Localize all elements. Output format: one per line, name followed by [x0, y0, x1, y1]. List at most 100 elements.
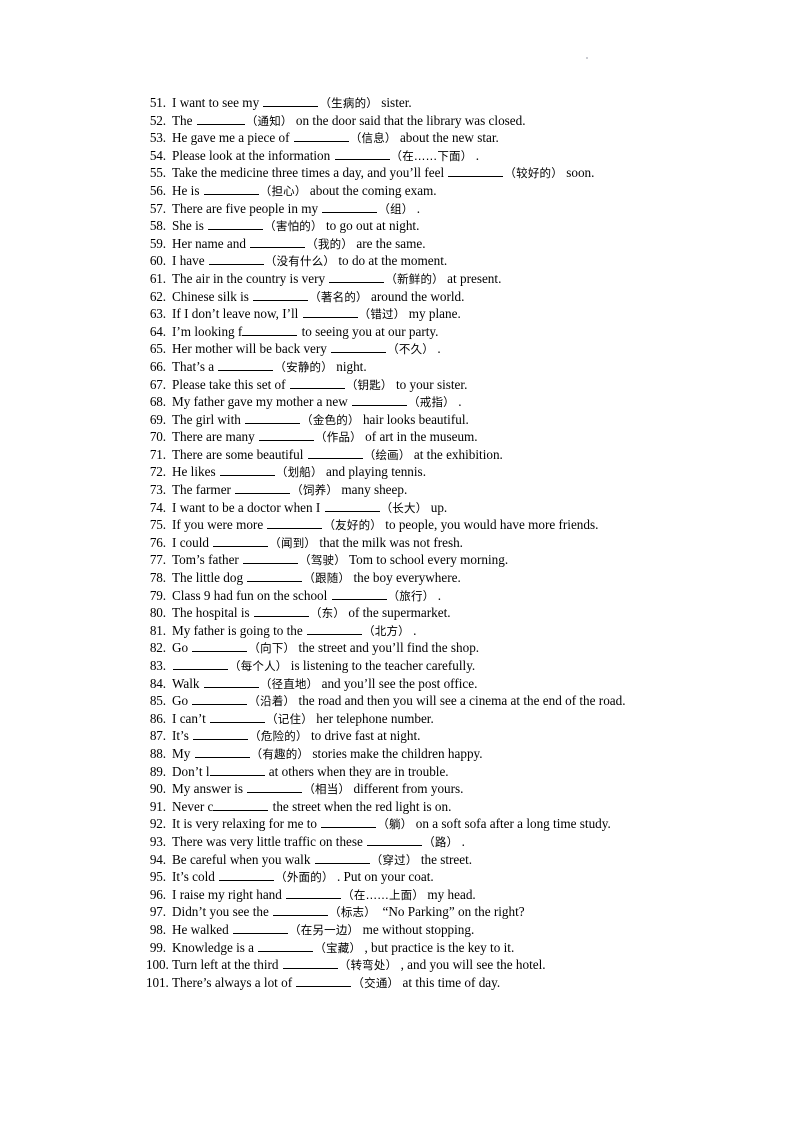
- answer-blank[interactable]: [329, 271, 385, 283]
- answer-blank[interactable]: [307, 623, 363, 635]
- sentence-text: Please take this set of: [172, 376, 289, 392]
- answer-blank[interactable]: [219, 869, 275, 882]
- answer-blank[interactable]: [367, 834, 423, 846]
- answer-blank[interactable]: [208, 253, 264, 266]
- answer-blank[interactable]: [193, 728, 249, 741]
- exercise-sentence: Please take this set of （钥匙） to your sis…: [172, 376, 467, 395]
- answer-blank[interactable]: [235, 482, 291, 495]
- chinese-hint: （我的）: [306, 236, 354, 251]
- chinese-hint: （著名的）: [309, 289, 368, 304]
- answer-blank[interactable]: [286, 887, 342, 899]
- exercise-number: 57.: [149, 200, 166, 216]
- exercise-number: 98.: [149, 921, 166, 937]
- exercise-sentence: My （有趣的） stories make the children happy…: [172, 745, 483, 764]
- answer-blank[interactable]: [267, 517, 323, 530]
- answer-blank[interactable]: [203, 676, 259, 688]
- sentence-text: My: [172, 745, 194, 761]
- answer-blank[interactable]: [324, 500, 380, 512]
- exercise-sentence: （每个人） is listening to the teacher carefu…: [172, 657, 475, 676]
- exercise-sentence: He likes （划船） and playing tennis.: [172, 463, 426, 482]
- answer-blank[interactable]: [253, 605, 309, 618]
- answer-blank[interactable]: [194, 746, 250, 758]
- answer-blank[interactable]: [247, 570, 303, 583]
- exercise-number: 66.: [149, 358, 166, 374]
- answer-blank[interactable]: [192, 640, 248, 653]
- exercise-sentence: Turn left at the third （转弯处） , and you w…: [172, 956, 546, 975]
- answer-blank[interactable]: [192, 693, 248, 706]
- answer-blank[interactable]: [321, 816, 377, 829]
- chinese-hint: （跟随）: [303, 571, 351, 586]
- exercise-sentence: Chinese silk is （著名的） around the world.: [172, 288, 464, 307]
- sentence-text: Walk: [172, 675, 203, 691]
- chinese-hint: （生病的）: [319, 96, 378, 110]
- answer-blank[interactable]: [334, 148, 390, 160]
- answer-blank[interactable]: [307, 447, 363, 459]
- answer-blank[interactable]: [289, 377, 345, 389]
- answer-blank[interactable]: [352, 394, 408, 407]
- answer-blank[interactable]: [218, 359, 274, 371]
- answer-blank[interactable]: [245, 412, 301, 424]
- answer-blank[interactable]: [250, 236, 306, 248]
- sentence-text: are the same.: [353, 235, 426, 251]
- exercise-sentence: He is （担心） about the coming exam.: [172, 182, 437, 201]
- sentence-text: .: [458, 833, 465, 849]
- exercise-number: 52.: [149, 112, 166, 128]
- chinese-hint: （路）: [423, 834, 459, 849]
- answer-blank[interactable]: [296, 975, 352, 987]
- answer-blank[interactable]: [263, 95, 319, 107]
- exercise-row: 64. I’m looking f to seeing you at our pa…: [146, 323, 766, 341]
- answer-blank[interactable]: [259, 429, 315, 442]
- answer-blank[interactable]: [322, 201, 378, 213]
- exercise-row: 100. Turn left at the third （转弯处） , and y…: [146, 956, 766, 974]
- answer-blank[interactable]: [173, 658, 228, 670]
- sentence-text: .: [434, 587, 442, 603]
- answer-blank[interactable]: [233, 922, 289, 934]
- chinese-hint: （相当）: [303, 782, 351, 797]
- answer-blank[interactable]: [196, 113, 245, 125]
- answer-blank[interactable]: [314, 852, 370, 864]
- answer-blank[interactable]: [208, 218, 264, 231]
- exercise-number: 67.: [149, 376, 166, 392]
- answer-blank[interactable]: [293, 130, 349, 143]
- exercise-row: 98. He walked （在另一边） me without stopping.: [146, 921, 766, 939]
- exercise-row: 87. It’s （危险的） to drive fast at night.: [146, 727, 766, 745]
- answer-blank[interactable]: [302, 306, 358, 319]
- answer-blank[interactable]: [213, 535, 269, 547]
- answer-blank[interactable]: [247, 781, 303, 794]
- answer-blank[interactable]: [210, 711, 266, 723]
- exercise-row: 90. My answer is （相当） different from your…: [146, 780, 766, 798]
- sentence-text: .: [472, 147, 480, 163]
- chinese-hint: （新鲜的）: [385, 271, 444, 286]
- exercise-number: 78.: [149, 570, 166, 586]
- exercise-row: 75. If you were more （友好的） to people, you…: [146, 516, 766, 534]
- answer-blank[interactable]: [243, 552, 299, 565]
- exercise-row: 71. There are some beautiful （绘画） at the …: [146, 446, 766, 464]
- answer-blank[interactable]: [258, 940, 314, 952]
- answer-blank[interactable]: [331, 341, 387, 354]
- exercise-row: 65. Her mother will be back very （不久） .: [146, 340, 766, 358]
- chinese-hint: （划船）: [275, 465, 323, 480]
- exercise-sentence: There are some beautiful （绘画） at the exh…: [172, 446, 503, 465]
- chinese-hint: （有趣的）: [250, 746, 310, 761]
- exercise-number: 92.: [149, 816, 166, 832]
- exercise-sentence: The hospital is （东） of the supermarket.: [172, 604, 451, 623]
- answer-blank[interactable]: [203, 183, 259, 195]
- answer-blank[interactable]: [331, 588, 387, 600]
- sentence-text: I could: [172, 534, 213, 550]
- exercise-number: 72.: [149, 464, 166, 480]
- exercise-number: 55.: [149, 165, 166, 181]
- exercise-number: 85.: [149, 693, 166, 709]
- answer-blank[interactable]: [242, 324, 298, 336]
- exercise-number: 73.: [149, 482, 166, 498]
- answer-blank[interactable]: [219, 464, 275, 477]
- answer-blank[interactable]: [273, 904, 329, 917]
- answer-blank[interactable]: [282, 957, 338, 970]
- exercise-sentence: There was very little traffic on these （…: [172, 833, 465, 852]
- exercise-row: 68. My father gave my mother a new （戒指） .: [146, 393, 766, 411]
- answer-blank[interactable]: [213, 799, 269, 811]
- chinese-hint: （东）: [309, 606, 346, 621]
- answer-blank[interactable]: [448, 165, 504, 178]
- answer-blank[interactable]: [209, 764, 265, 776]
- answer-blank[interactable]: [253, 289, 309, 301]
- sentence-text: , but practice is the key to it.: [361, 939, 515, 955]
